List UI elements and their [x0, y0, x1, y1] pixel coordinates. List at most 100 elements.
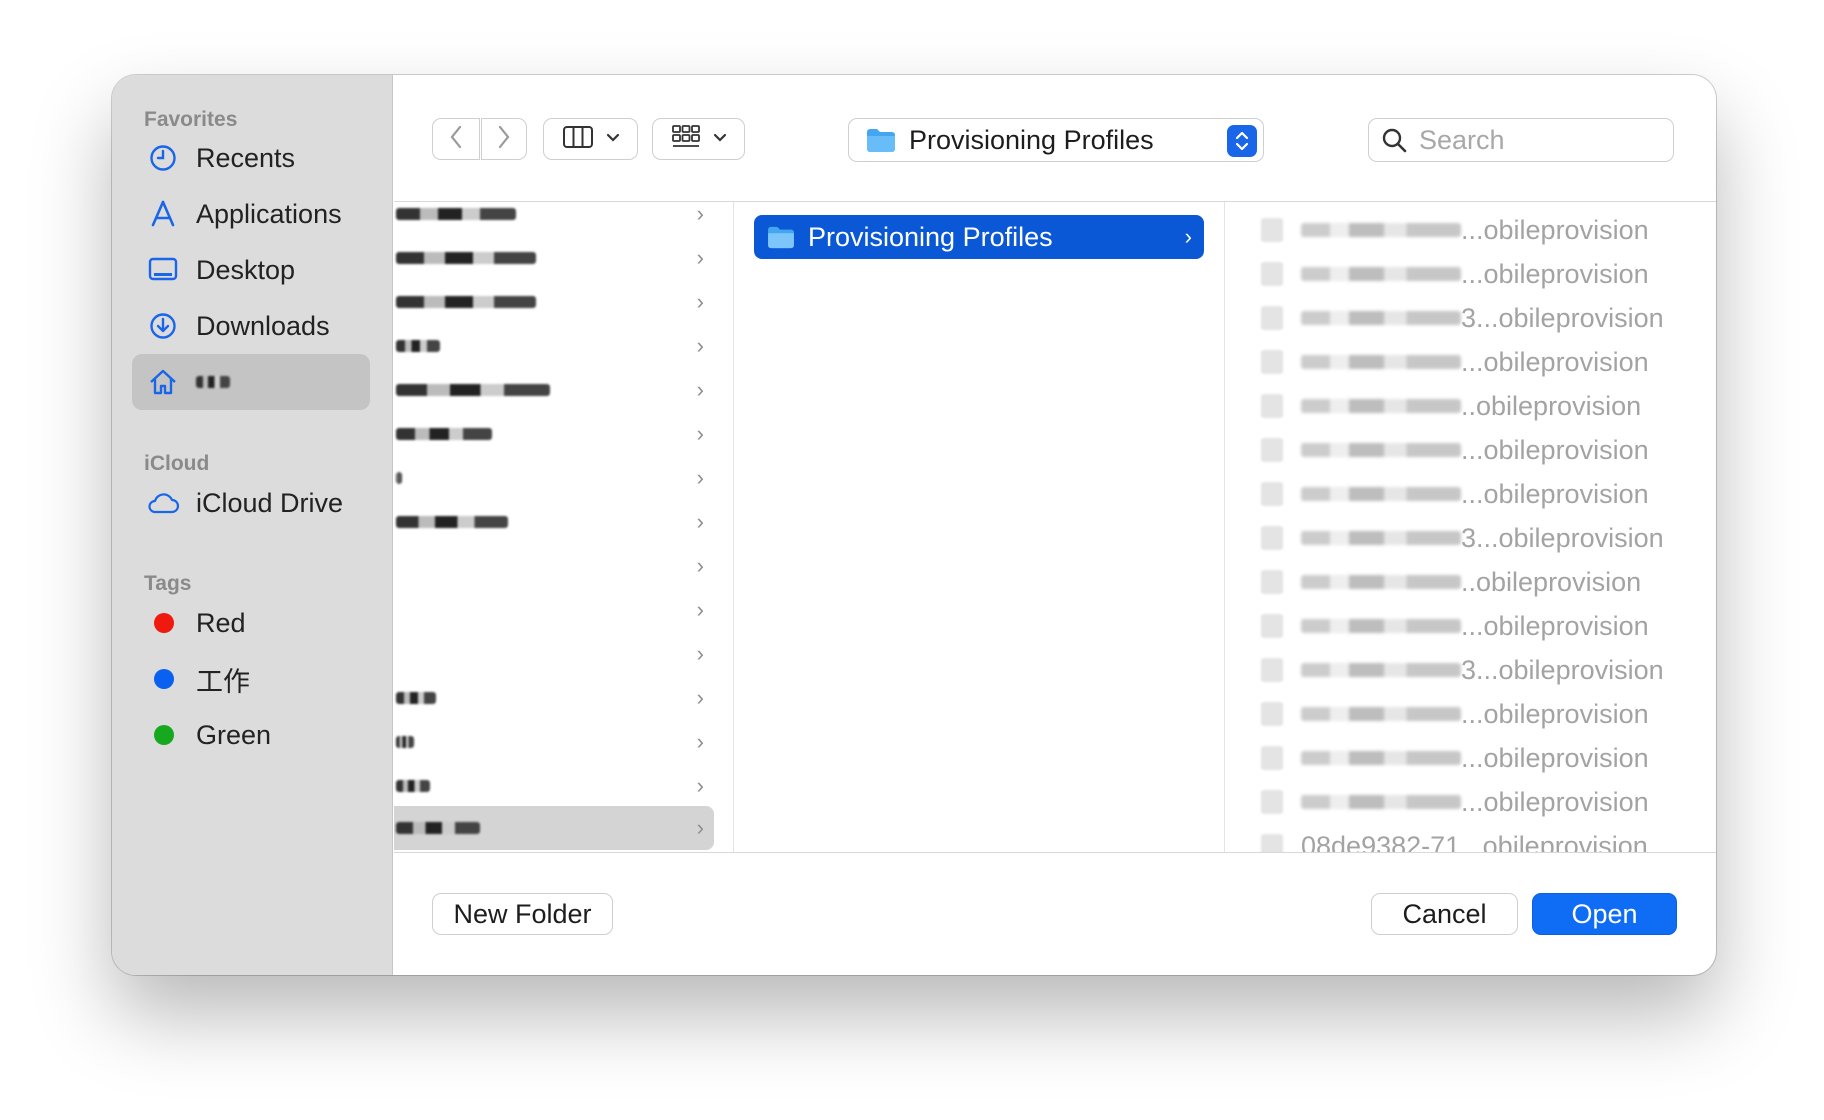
sidebar-tag-green[interactable]: Green [132, 707, 370, 763]
open-dialog: Favorites Recents Applications Desktop D… [112, 75, 1716, 975]
list-item[interactable]: › [394, 202, 714, 236]
document-icon [1261, 350, 1283, 374]
chevron-down-icon [606, 130, 620, 148]
document-icon [1261, 614, 1283, 638]
list-item[interactable]: › [394, 324, 714, 368]
file-row[interactable]: ...obileprovision [1261, 606, 1701, 646]
clock-icon [146, 141, 180, 175]
file-row[interactable]: 3...obileprovision [1261, 298, 1701, 338]
sidebar-item-label: Green [196, 719, 272, 750]
chevron-right-icon: › [696, 289, 704, 314]
search-icon [1381, 127, 1407, 153]
sidebar-item-label: Recents [196, 142, 296, 173]
document-icon [1261, 702, 1283, 726]
document-icon [1261, 438, 1283, 462]
sidebar-item-icloud-drive[interactable]: iCloud Drive [132, 475, 370, 531]
chevron-right-icon: › [696, 421, 704, 446]
list-item[interactable]: › [394, 368, 714, 412]
sidebar: Favorites Recents Applications Desktop D… [112, 75, 393, 975]
sidebar-item-label: Red [196, 607, 246, 638]
list-item[interactable]: › [394, 588, 714, 632]
favorites-header: Favorites [144, 108, 238, 131]
file-row[interactable]: 3...obileprovision [1261, 650, 1701, 690]
sidebar-item-desktop[interactable]: Desktop [132, 242, 370, 298]
tag-dot-red [154, 613, 174, 633]
sidebar-item-label: Applications [196, 198, 342, 229]
chevron-down-icon [713, 130, 727, 148]
chevron-right-icon: › [696, 245, 704, 270]
file-row[interactable]: ...obileprovision [1261, 738, 1701, 778]
chevron-right-icon: › [696, 509, 704, 534]
folder-icon [766, 225, 796, 249]
list-item-selected[interactable]: › [394, 806, 714, 850]
chevron-right-icon: › [696, 597, 704, 622]
document-icon [1261, 306, 1283, 330]
back-button[interactable] [432, 118, 480, 160]
file-row[interactable]: ...obileprovision [1261, 782, 1701, 822]
folder-icon [865, 127, 897, 153]
location-label: Provisioning Profiles [909, 124, 1154, 155]
file-row[interactable]: ...obileprovision [1261, 210, 1701, 250]
sidebar-tag-work[interactable]: 工作 [132, 651, 370, 707]
applications-icon [146, 197, 180, 231]
sidebar-item-home[interactable] [132, 354, 370, 410]
chevron-right-icon: › [696, 641, 704, 666]
sidebar-item-recents[interactable]: Recents [132, 130, 370, 186]
group-by-button[interactable] [652, 118, 745, 160]
search-input[interactable] [1417, 123, 1657, 157]
downloads-icon [146, 309, 180, 343]
list-item[interactable]: › [394, 764, 714, 808]
sidebar-item-label: 工作 [196, 666, 250, 697]
search-field[interactable] [1368, 118, 1674, 162]
redacted-username [196, 376, 230, 388]
sidebar-item-applications[interactable]: Applications [132, 186, 370, 242]
document-icon [1261, 790, 1283, 814]
chevron-right-icon: › [696, 202, 704, 226]
cloud-icon [146, 486, 180, 520]
file-row[interactable]: ..obileprovision [1261, 386, 1701, 426]
icloud-header: iCloud [144, 452, 210, 475]
list-item[interactable]: › [394, 412, 714, 456]
document-icon [1261, 218, 1283, 242]
file-row[interactable]: ...obileprovision [1261, 694, 1701, 734]
new-folder-button[interactable]: New Folder [432, 893, 613, 935]
column-browser: › › › › › › › › › › › › › › › Provisioni… [394, 201, 1716, 853]
document-icon [1261, 482, 1283, 506]
list-item[interactable]: › [394, 720, 714, 764]
chevron-right-icon: › [696, 773, 704, 798]
location-popup[interactable]: Provisioning Profiles [848, 118, 1264, 162]
list-item[interactable]: › [394, 236, 714, 280]
chevron-right-icon: › [696, 465, 704, 490]
open-button[interactable]: Open [1532, 893, 1677, 935]
cancel-button[interactable]: Cancel [1371, 893, 1518, 935]
file-row[interactable]: 3...obileprovision [1261, 518, 1701, 558]
file-row[interactable]: ...obileprovision [1261, 430, 1701, 470]
home-icon [146, 365, 180, 399]
file-row[interactable]: ...obileprovision [1261, 474, 1701, 514]
tag-dot-blue [154, 669, 174, 689]
list-item[interactable]: › [394, 676, 714, 720]
chevron-right-icon: › [696, 685, 704, 710]
view-mode-button[interactable] [543, 118, 638, 160]
chevron-right-icon: › [696, 377, 704, 402]
file-row[interactable]: ..obileprovision [1261, 562, 1701, 602]
file-row[interactable]: ...obileprovision [1261, 254, 1701, 294]
sidebar-item-downloads[interactable]: Downloads [132, 298, 370, 354]
list-item[interactable]: › [394, 632, 714, 676]
columns-view-icon [562, 125, 594, 154]
document-icon [1261, 658, 1283, 682]
sidebar-tag-red[interactable]: Red [132, 595, 370, 651]
list-item[interactable]: › [394, 544, 714, 588]
stepper-arrows-icon [1227, 125, 1257, 157]
folder-row-provisioning-profiles[interactable]: Provisioning Profiles › [754, 215, 1204, 259]
list-item[interactable]: › [394, 280, 714, 324]
list-item[interactable]: › [394, 500, 714, 544]
document-icon [1261, 394, 1283, 418]
document-icon [1261, 526, 1283, 550]
file-row[interactable]: 08de9382-71...obileprovision [1261, 826, 1701, 852]
file-row[interactable]: ...obileprovision [1261, 342, 1701, 382]
tag-dot-green [154, 725, 174, 745]
forward-button[interactable] [481, 118, 527, 160]
sidebar-item-label: iCloud Drive [196, 487, 344, 518]
list-item[interactable]: › [394, 456, 714, 500]
